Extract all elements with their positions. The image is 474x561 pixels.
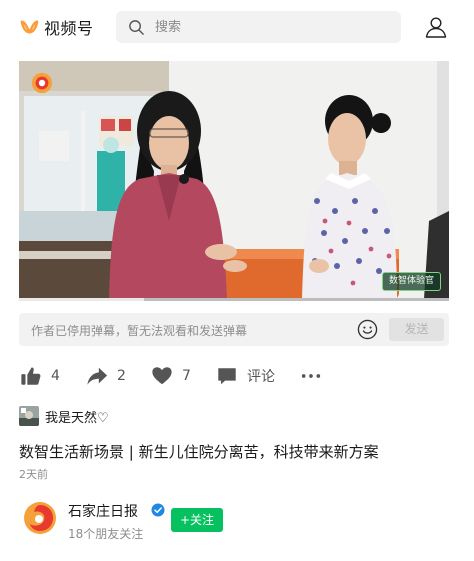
video-overlay-badge: 数智体验官 — [382, 272, 442, 291]
account-logo-icon[interactable] — [22, 500, 58, 536]
channel-logo-icon — [31, 72, 53, 94]
author-row[interactable]: 我是天然♡ — [19, 406, 109, 426]
app-name: 视频号 — [44, 19, 94, 38]
video-frame — [19, 61, 449, 299]
more-button[interactable] — [300, 365, 322, 387]
forward-icon — [87, 367, 108, 385]
author-avatar[interactable] — [19, 406, 39, 426]
comment-icon — [218, 368, 236, 385]
favorite-button[interactable]: 7 — [151, 365, 191, 387]
more-icon — [301, 374, 321, 378]
author-avatar-image — [19, 406, 39, 426]
like-button[interactable]: 4 — [20, 365, 60, 387]
post-title: 数智生活新场景 | 新生儿住院分离苦，科技带来新方案 — [19, 443, 379, 461]
heart-icon — [152, 367, 172, 385]
post-time: 2天前 — [19, 468, 48, 481]
video-progress-bar[interactable] — [19, 298, 449, 301]
danmu-bar: 作者已停用弹幕，暂无法观看和发送弹幕 发送 — [19, 313, 449, 346]
follow-button[interactable]: +关注 — [171, 508, 223, 532]
channels-logo-icon — [20, 20, 39, 33]
like-count: 4 — [51, 368, 60, 384]
top-bar: 视频号 — [0, 0, 474, 56]
emoji-icon[interactable] — [357, 319, 378, 340]
comment-label: 评论 — [247, 369, 275, 385]
forward-count: 2 — [117, 368, 126, 384]
action-bar: 4 2 7 评论 — [20, 365, 450, 389]
account-name[interactable]: 石家庄日报 — [68, 501, 138, 521]
danmu-disabled-notice: 作者已停用弹幕，暂无法观看和发送弹幕 — [31, 324, 248, 338]
video-player[interactable]: 数智体验官 — [19, 61, 449, 299]
author-name[interactable]: 我是天然♡ — [45, 407, 109, 426]
favorite-count: 7 — [182, 368, 191, 384]
forward-button[interactable]: 2 — [86, 365, 126, 387]
search-icon — [129, 19, 144, 35]
verified-badge-icon — [151, 503, 165, 517]
send-danmu-button[interactable]: 发送 — [389, 318, 444, 341]
user-icon[interactable] — [424, 15, 448, 39]
search-input[interactable] — [153, 18, 387, 36]
friends-follow-count: 18个朋友关注 — [68, 527, 144, 541]
thumbs-up-icon — [21, 367, 41, 385]
app-logo[interactable]: 视频号 — [20, 15, 94, 39]
video-progress-fill — [19, 298, 144, 301]
search-box[interactable] — [116, 11, 401, 43]
comment-button[interactable]: 评论 — [216, 365, 275, 387]
